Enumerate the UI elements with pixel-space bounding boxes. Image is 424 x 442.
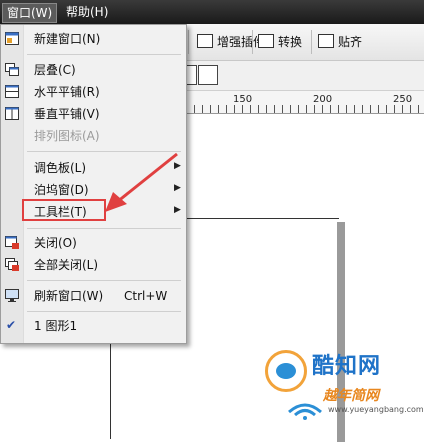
menu-item-label: 1 图形1 [34,319,78,333]
watermark-subtitle: 越年简网 [323,388,379,404]
menu-bar: 窗口(W) 帮助(H) [0,0,424,24]
ruler-label: 200 [313,94,333,105]
menu-item-label: 排列图标(A) [34,129,100,143]
ruler-label: 150 [233,94,253,105]
toolbar-divider [188,30,189,54]
watermark-url: www.yueyangbang.com [328,405,424,414]
tile-vertical-icon [5,107,19,120]
watermark-logo-inner [276,363,296,379]
toolbar-divider [252,30,253,54]
watermark-title: 酷知网 [312,354,382,379]
menu-item-label: 刷新窗口(W) [34,289,104,303]
annotation-arrow-icon [105,152,178,212]
tile-horizontal-icon [5,85,19,98]
watermark-logo-icon [265,350,307,392]
convert-label: 转换 [278,35,303,49]
annotation-highlight-box [22,199,106,221]
menu-item-cascade[interactable]: 层叠(C) [1,59,186,81]
menu-item-tile-horizontal[interactable]: 水平平铺(R) [1,81,186,103]
menu-item-label: 垂直平铺(V) [34,107,100,121]
menu-item-close[interactable]: 关闭(O) [1,232,186,254]
menu-item-close-all[interactable]: 全部关闭(L) [1,254,186,276]
close-all-icon [5,258,19,271]
cascade-icon [5,63,19,76]
menu-item-document-1[interactable]: ✔ 1 图形1 [1,315,186,337]
menu-separator [27,311,181,312]
menu-separator [27,54,181,55]
menu-separator [27,280,181,281]
menu-item-refresh-window[interactable]: 刷新窗口(W) Ctrl+W [1,285,186,307]
ruler-label: 250 [393,94,413,105]
convert-icon [258,34,274,48]
toolbar-divider [311,30,312,54]
snap-label: 贴齐 [338,35,363,49]
menu-item-label: 泊坞窗(D) [34,183,89,197]
snap-button[interactable]: 贴齐 [318,32,362,52]
menu-help[interactable]: 帮助(H) [62,3,112,21]
watermark-signal-icon [288,403,322,420]
plugin-button[interactable]: 增强插件 [197,32,265,52]
menu-window[interactable]: 窗口(W) [2,3,58,23]
convert-button[interactable]: 转换 [258,32,302,52]
plugin-icon [197,34,213,48]
menu-item-label: 层叠(C) [34,63,76,77]
close-window-icon [5,236,19,249]
select-frame-icon[interactable] [198,65,218,85]
menu-item-label: 水平平铺(R) [34,85,100,99]
menu-item-arrange-icons: 排列图标(A) [1,125,186,147]
menu-item-label: 关闭(O) [34,236,77,250]
menu-item-label: 全部关闭(L) [34,258,99,272]
snap-icon [318,34,334,48]
checkmark-icon: ✔ [6,318,17,332]
menu-item-tile-vertical[interactable]: 垂直平铺(V) [1,103,186,125]
menu-item-label: 新建窗口(N) [34,32,101,46]
new-window-icon [5,32,19,45]
refresh-icon [5,289,19,302]
menu-item-shortcut: Ctrl+W [124,289,168,303]
menu-item-new-window[interactable]: 新建窗口(N) [1,28,186,50]
menu-separator [27,228,181,229]
menu-item-label: 调色板(L) [34,161,87,175]
ruler-ticks [186,105,424,113]
